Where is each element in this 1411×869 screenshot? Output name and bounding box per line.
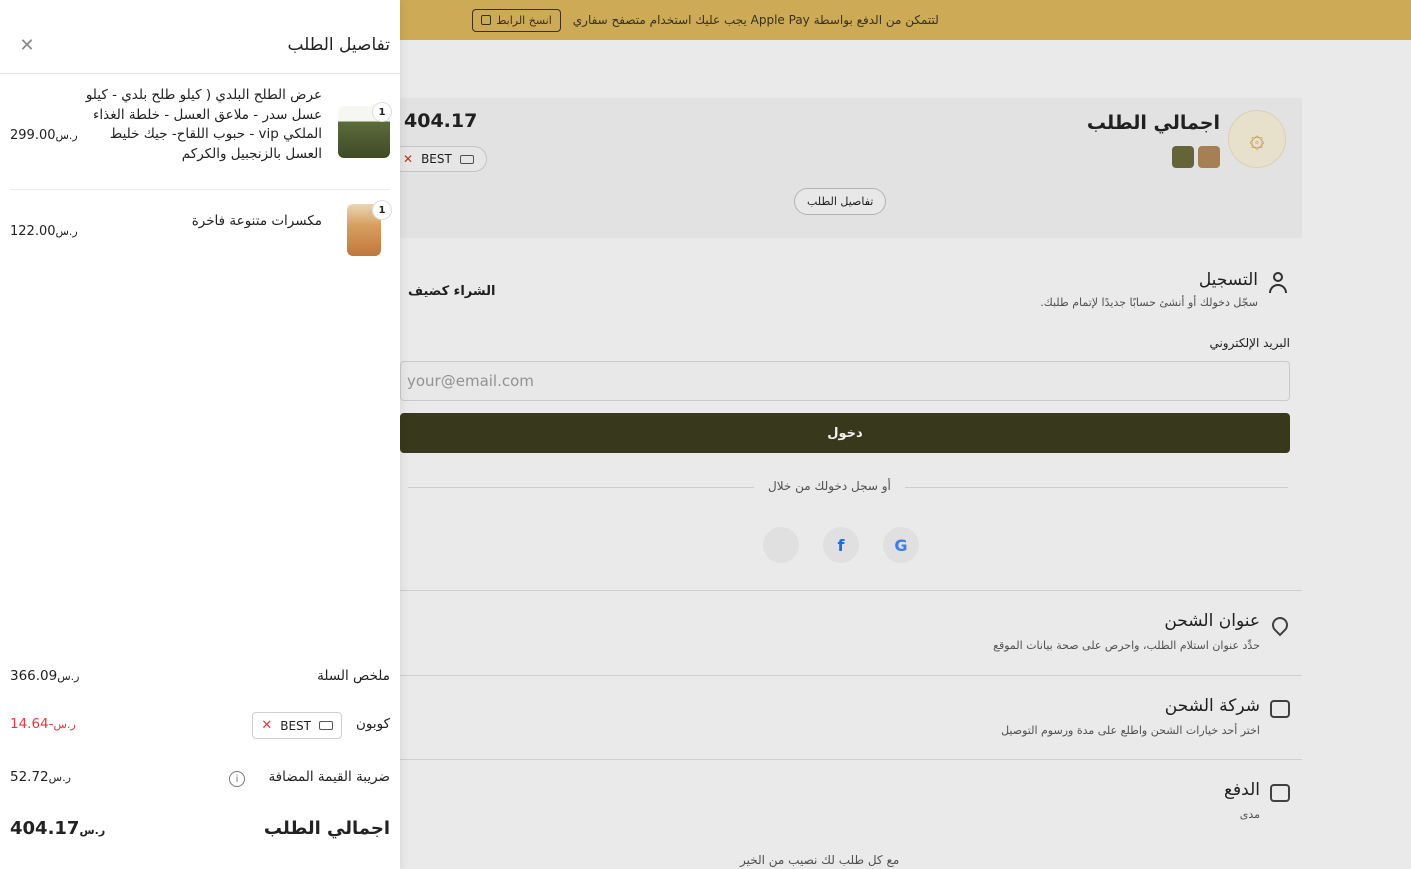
drawer-title: تفاصيل الطلب bbox=[287, 35, 390, 55]
cart-item: 1 عرض الطلح البلدي ( كيلو طلح بلدي - كيل… bbox=[10, 86, 392, 190]
coupon-row: كوبون ✕ BEST ر.س-14.64 bbox=[10, 712, 390, 740]
product-name: مكسرات متنوعة فاخرة bbox=[191, 213, 322, 229]
applied-coupon-chip[interactable]: ✕ BEST bbox=[252, 712, 342, 739]
quantity-badge: 1 bbox=[372, 102, 392, 122]
product-price: ر.س122.00 bbox=[10, 224, 78, 239]
cart-summary-value: ر.س366.09 bbox=[10, 668, 80, 684]
cart-summary-label: ملخص السلة bbox=[317, 668, 390, 684]
coupon-label: كوبون bbox=[355, 716, 390, 732]
cart-item: 1 مكسرات متنوعة فاخرة ر.س122.00 bbox=[10, 200, 392, 260]
order-total-value: ر.س404.17 bbox=[10, 818, 106, 839]
cart-summary-row: ملخص السلة ر.س366.09 bbox=[10, 664, 390, 692]
currency-symbol: ر.س bbox=[55, 225, 78, 238]
info-icon[interactable]: i bbox=[229, 771, 245, 787]
order-details-drawer: ✕ تفاصيل الطلب 1 عرض الطلح البلدي ( كيلو… bbox=[0, 0, 400, 869]
order-total-label: اجمالي الطلب bbox=[263, 818, 390, 839]
order-total-row: اجمالي الطلب ر.س404.17 bbox=[10, 816, 390, 844]
currency-symbol: ر.س bbox=[55, 129, 78, 142]
vat-label: ضريبة القيمة المضافة bbox=[268, 769, 390, 785]
coupon-code: BEST bbox=[280, 718, 311, 733]
remove-coupon-icon[interactable]: ✕ bbox=[261, 718, 272, 733]
close-icon[interactable]: ✕ bbox=[18, 37, 36, 55]
vat-row: ضريبة القيمة المضافة i ر.س52.72 bbox=[10, 765, 390, 793]
coupon-discount-value: ر.س-14.64 bbox=[10, 716, 76, 732]
quantity-badge: 1 bbox=[372, 200, 392, 220]
ticket-icon bbox=[319, 721, 333, 730]
drawer-header: ✕ تفاصيل الطلب bbox=[0, 0, 400, 74]
product-name: عرض الطلح البلدي ( كيلو طلح بلدي - كيلو … bbox=[85, 87, 322, 162]
product-price: ر.س299.00 bbox=[10, 128, 78, 143]
vat-value: ر.س52.72 bbox=[10, 769, 71, 785]
